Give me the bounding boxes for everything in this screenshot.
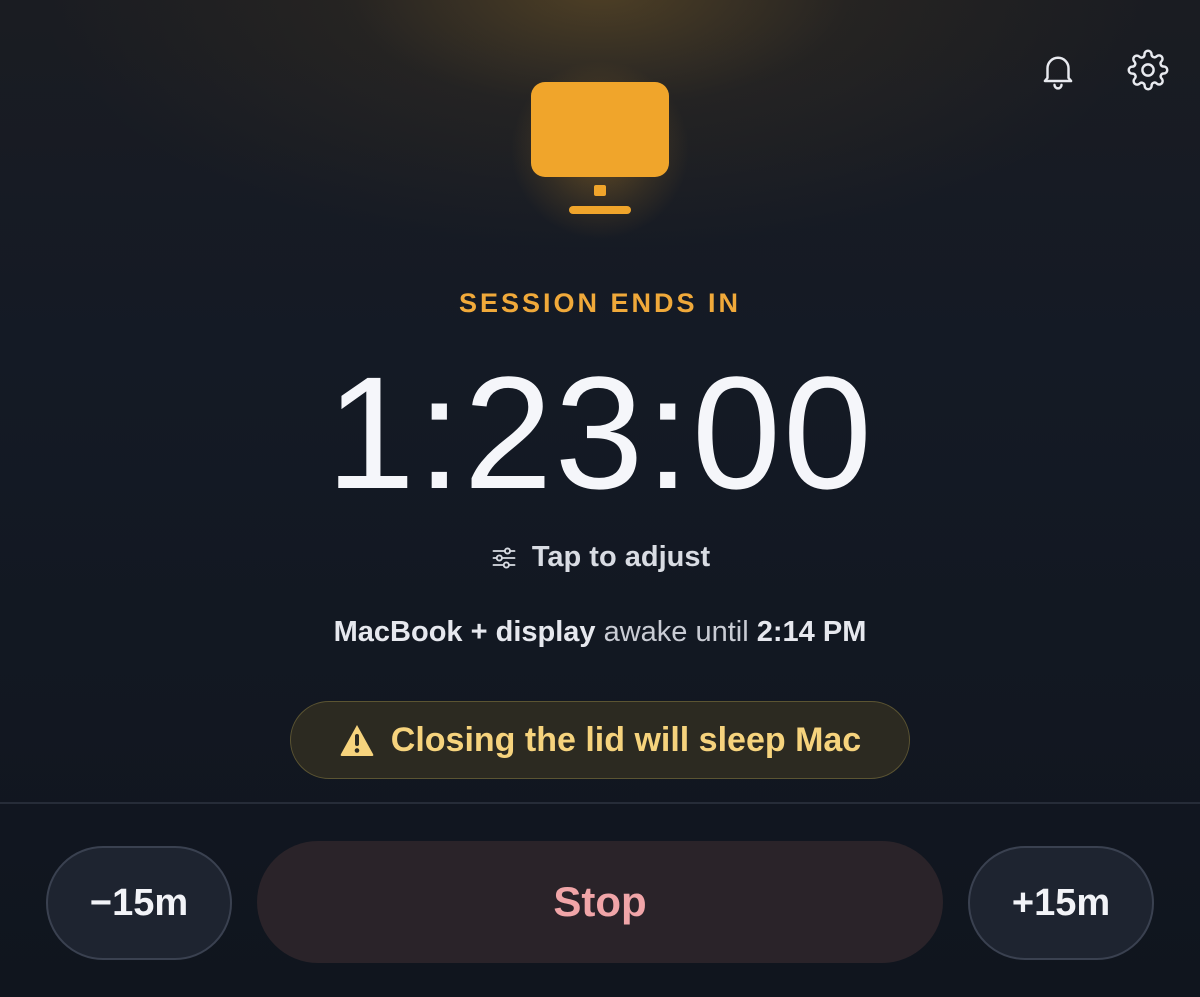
status-until-time: 2:14 PM xyxy=(756,616,867,648)
status-plus: + xyxy=(462,616,496,648)
adjust-button[interactable]: Tap to adjust xyxy=(0,541,1200,574)
status-middle: awake until xyxy=(595,616,757,648)
divider xyxy=(0,802,1200,804)
bell-icon xyxy=(1043,56,1073,90)
session-label: SESSION ENDS IN xyxy=(458,288,742,318)
settings-button[interactable] xyxy=(1126,48,1170,92)
sliders-icon xyxy=(492,546,516,569)
stop-button[interactable]: Stop xyxy=(257,841,943,963)
countdown-timer[interactable]: 1:23:00 xyxy=(0,348,1200,518)
hero-monitor xyxy=(500,60,700,240)
warning-icon xyxy=(340,725,374,756)
notifications-button[interactable] xyxy=(1036,48,1080,92)
plus-15m-button[interactable]: +15m xyxy=(968,846,1154,960)
adjust-label: Tap to adjust xyxy=(531,541,711,573)
warning-text: Closing the lid will sleep Mac xyxy=(390,720,862,759)
top-toolbar xyxy=(1036,48,1170,92)
minus-15m-button[interactable]: −15m xyxy=(46,846,232,960)
lid-warning-badge: Closing the lid will sleep Mac xyxy=(290,701,910,779)
gear-icon xyxy=(1127,49,1169,91)
status-device: MacBook xyxy=(333,616,463,648)
monitor-icon xyxy=(531,82,669,214)
status-component: display xyxy=(495,616,596,648)
awake-status: MacBook + display awake until 2:14 PM xyxy=(0,616,1200,649)
